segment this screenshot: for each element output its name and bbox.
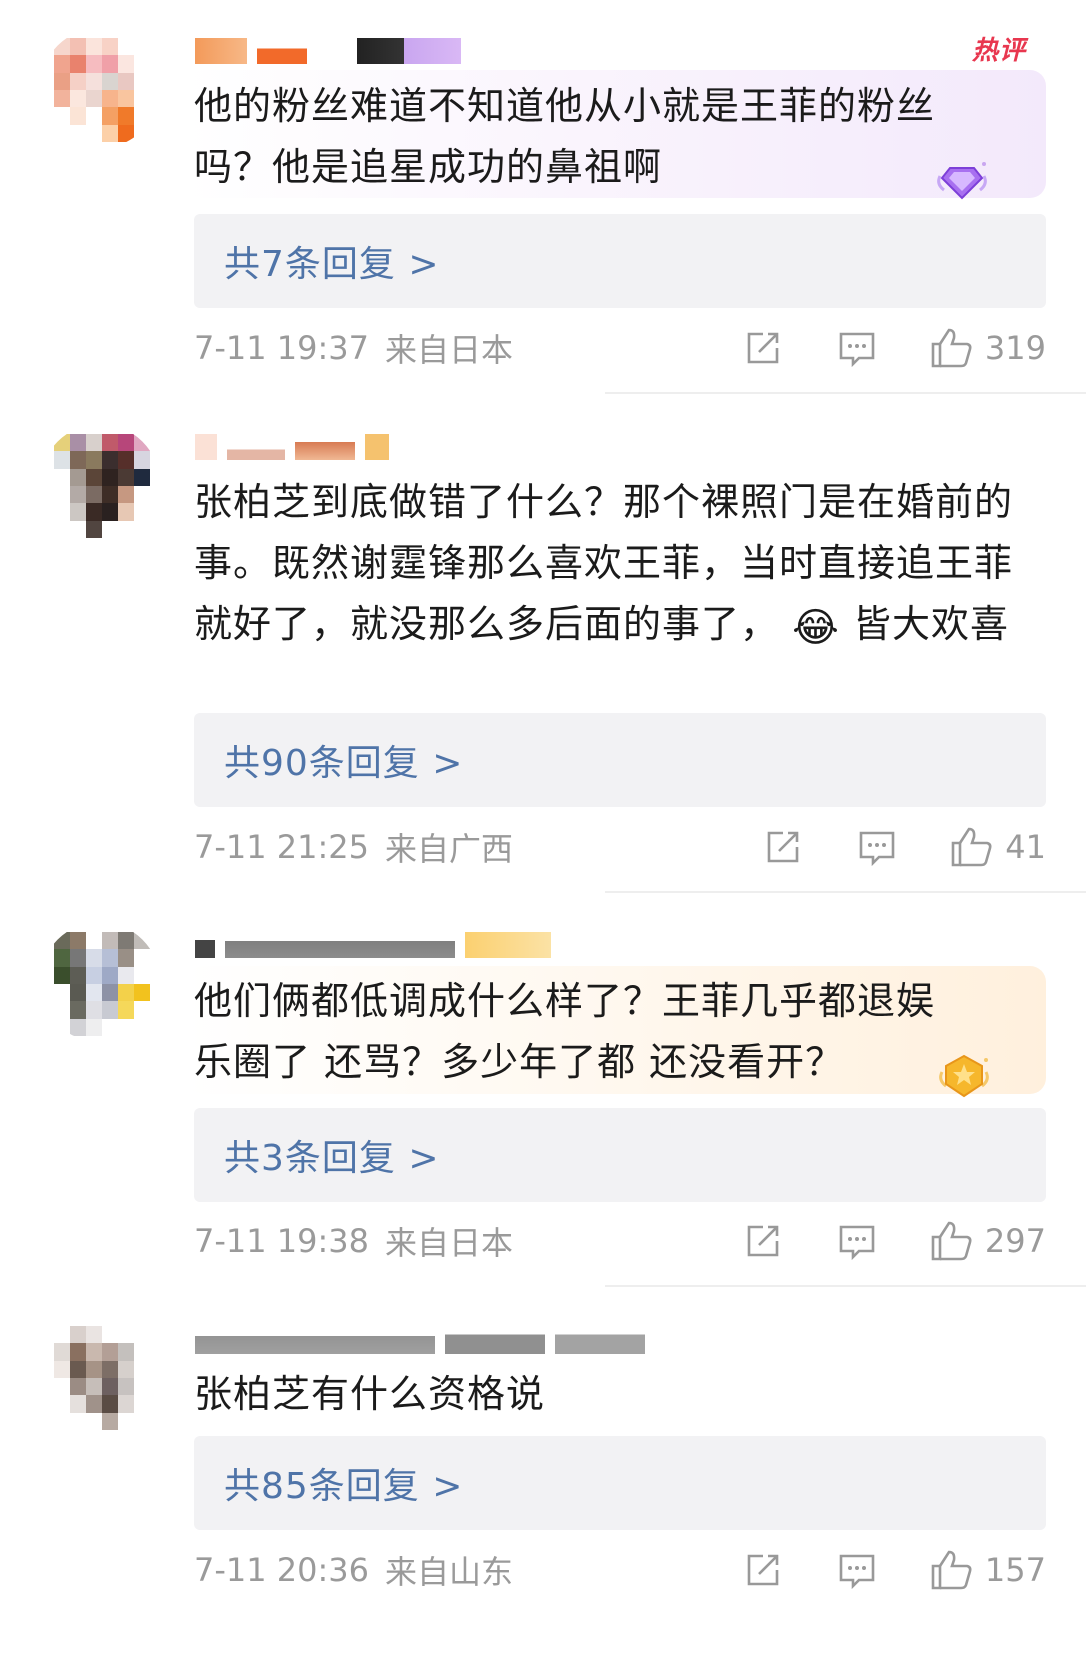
avatar[interactable] bbox=[40, 28, 160, 148]
thumbs-up-icon[interactable] bbox=[929, 1548, 973, 1592]
comment-actions: 41 bbox=[761, 825, 1046, 869]
comment-text: 他的粉丝难道不知道他从小就是王菲的粉丝吗？他是追星成功的鼻祖啊 bbox=[194, 84, 936, 189]
comment-location: 来自广西 bbox=[385, 830, 514, 868]
comment-time: 7-11 21:25 bbox=[194, 828, 370, 866]
comment-icon[interactable] bbox=[855, 825, 899, 869]
comment-meta: 7-11 21:25 来自广西 41 bbox=[194, 822, 1046, 872]
comment-icon[interactable] bbox=[835, 1548, 879, 1592]
like-count: 41 bbox=[1005, 828, 1046, 866]
comment-text-part: 皆大欢喜 bbox=[852, 602, 1009, 646]
replies-link[interactable]: 共7条回复 > bbox=[224, 235, 440, 287]
avatar-mosaic bbox=[54, 38, 150, 142]
comment-time: 7-11 19:37 bbox=[194, 329, 370, 367]
divider bbox=[605, 891, 1086, 893]
like-count: 319 bbox=[984, 329, 1046, 367]
comment-text: 张柏芝到底做错了什么？那个裸照门是在婚前的事。既然谢霆锋那么喜欢王菲，当时直接追… bbox=[194, 472, 1042, 655]
comment-actions: 319 bbox=[741, 326, 1046, 370]
avatar[interactable] bbox=[40, 1316, 160, 1436]
comment-location: 来自山东 bbox=[385, 1553, 514, 1591]
view-replies-button[interactable]: 共3条回复 > bbox=[194, 1108, 1046, 1202]
thumbs-up-icon[interactable] bbox=[949, 825, 993, 869]
share-icon[interactable] bbox=[741, 1219, 785, 1263]
divider bbox=[605, 392, 1086, 394]
share-icon[interactable] bbox=[741, 326, 785, 370]
laughing-crying-emoji-icon: 😂 bbox=[792, 605, 840, 651]
like-count: 157 bbox=[984, 1551, 1046, 1589]
comment-location: 来自日本 bbox=[385, 331, 514, 369]
username-redacted[interactable] bbox=[195, 34, 461, 68]
replies-link[interactable]: 共85条回复 > bbox=[224, 1457, 463, 1509]
comment-text: 他们俩都低调成什么样了？王菲几乎都退娱乐圈了 还骂？多少年了都 还没看开？ bbox=[194, 979, 936, 1084]
replies-link[interactable]: 共3条回复 > bbox=[224, 1129, 440, 1181]
comment-time: 7-11 20:36 bbox=[194, 1551, 370, 1589]
avatar-mosaic bbox=[54, 1326, 150, 1430]
comment-meta: 7-11 19:38 来自日本 297 bbox=[194, 1216, 1046, 1266]
comment-actions: 157 bbox=[741, 1548, 1046, 1592]
replies-link[interactable]: 共90条回复 > bbox=[224, 734, 463, 786]
comment-icon[interactable] bbox=[835, 326, 879, 370]
view-replies-button[interactable]: 共7条回复 > bbox=[194, 214, 1046, 308]
avatar[interactable] bbox=[40, 922, 160, 1042]
divider bbox=[605, 1285, 1086, 1287]
comment-location: 来自日本 bbox=[385, 1224, 514, 1262]
comment-time: 7-11 19:38 bbox=[194, 1222, 370, 1260]
share-icon[interactable] bbox=[761, 825, 805, 869]
thumbs-up-icon[interactable] bbox=[929, 1219, 973, 1263]
avatar-mosaic bbox=[54, 434, 150, 538]
avatar[interactable] bbox=[40, 424, 160, 544]
comment-icon[interactable] bbox=[835, 1219, 879, 1263]
view-replies-button[interactable]: 共90条回复 > bbox=[194, 713, 1046, 807]
comment-text: 张柏芝有什么资格说 bbox=[194, 1372, 546, 1416]
view-replies-button[interactable]: 共85条回复 > bbox=[194, 1436, 1046, 1530]
avatar-mosaic bbox=[54, 932, 150, 1036]
username-redacted[interactable] bbox=[195, 928, 551, 962]
comment-meta: 7-11 20:36 来自山东 157 bbox=[194, 1545, 1046, 1595]
hot-comment-tag: 热评 bbox=[971, 36, 1026, 66]
like-count: 297 bbox=[984, 1222, 1046, 1260]
thumbs-up-icon[interactable] bbox=[929, 326, 973, 370]
comment-meta: 7-11 19:37 来自日本 319 bbox=[194, 323, 1046, 373]
share-icon[interactable] bbox=[741, 1548, 785, 1592]
username-redacted[interactable] bbox=[195, 1324, 645, 1358]
comment-actions: 297 bbox=[741, 1219, 1046, 1263]
username-redacted[interactable] bbox=[195, 430, 389, 464]
